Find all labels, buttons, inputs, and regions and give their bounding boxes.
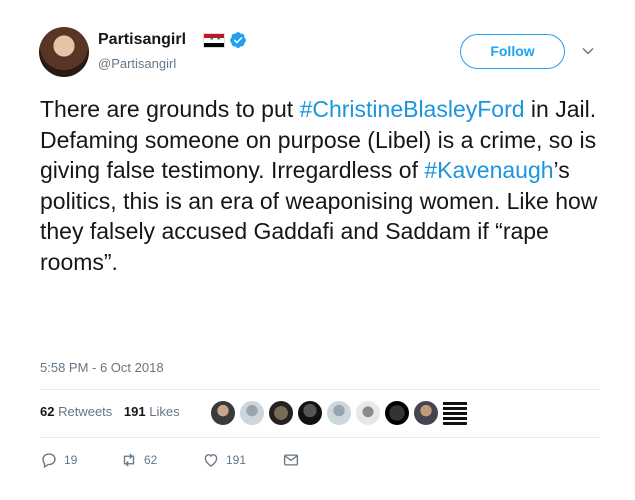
retweets-stat[interactable]: 62 Retweets (40, 404, 112, 419)
avatar[interactable] (384, 400, 410, 426)
avatar[interactable] (239, 400, 265, 426)
avatar[interactable] (326, 400, 352, 426)
avatar[interactable] (39, 27, 89, 77)
heart-icon (204, 454, 218, 467)
divider (40, 389, 600, 390)
verified-badge-icon (230, 32, 246, 48)
avatar[interactable] (268, 400, 294, 426)
reply-count: 19 (64, 453, 78, 467)
avatar[interactable] (297, 400, 323, 426)
reply-action[interactable]: 19 (40, 450, 77, 470)
retweet-action[interactable]: 62 (120, 450, 157, 470)
chevron-down-icon[interactable] (581, 44, 595, 58)
retweets-count: 62 (40, 404, 55, 419)
tweet-text: There are grounds to put #ChristineBlasl… (40, 94, 610, 277)
avatar[interactable] (442, 400, 468, 426)
display-name[interactable]: Partisangirl (98, 31, 186, 49)
envelope-icon (283, 454, 299, 466)
avatar[interactable] (355, 400, 381, 426)
likes-label: Likes (149, 404, 180, 419)
hashtag-link[interactable]: #ChristineBlasleyFord (300, 96, 525, 122)
direct-message-action[interactable] (282, 450, 300, 470)
handle[interactable]: @Partisangirl (98, 56, 176, 71)
like-action[interactable]: 191 (202, 450, 246, 470)
retweets-label: Retweets (58, 404, 113, 419)
follow-button[interactable]: Follow (460, 34, 565, 69)
syria-flag-icon: ★ ★ (203, 33, 225, 48)
avatar[interactable] (210, 400, 236, 426)
tweet-text-segment: There are grounds to put (40, 96, 300, 122)
timestamp[interactable]: 5:58 PM - 6 Oct 2018 (40, 360, 164, 375)
likes-stat[interactable]: 191 Likes (124, 404, 180, 419)
avatar[interactable] (413, 400, 439, 426)
hashtag-link[interactable]: #Kavenaugh (424, 157, 553, 183)
retweet-icon (123, 453, 135, 467)
divider (40, 437, 600, 438)
likes-count: 191 (123, 404, 146, 419)
engagement-stats: 62 Retweets 191 Likes (40, 404, 188, 419)
like-count: 191 (226, 453, 247, 467)
retweet-count: 62 (144, 453, 158, 467)
reply-icon (42, 453, 56, 468)
